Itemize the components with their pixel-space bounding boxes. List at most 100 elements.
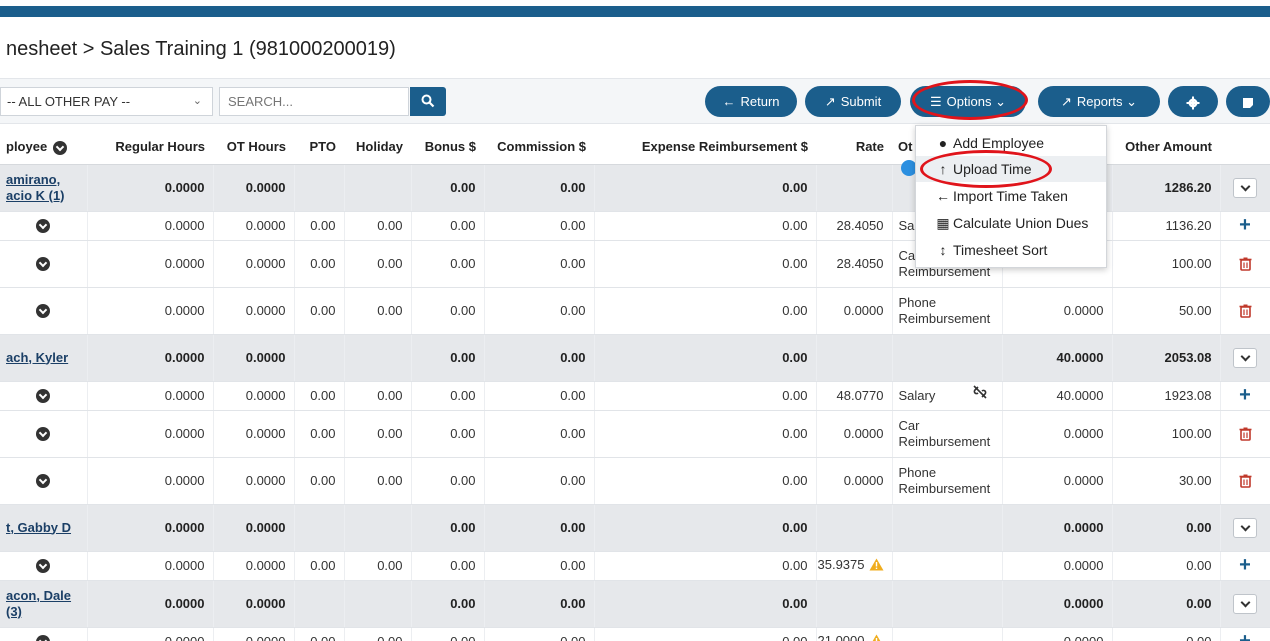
holiday-cell[interactable]: 0.00 [344, 551, 412, 581]
return-button[interactable]: ← Return [705, 86, 797, 117]
trash-icon[interactable] [1239, 426, 1252, 442]
pay-filter-select[interactable]: -- ALL OTHER PAY -- ⌄ [0, 87, 213, 116]
other-amount-cell[interactable]: 30.00 [1112, 457, 1221, 505]
rate-cell[interactable]: 35.9375 [816, 551, 893, 581]
menu-item-upload-time[interactable]: ↑ Upload Time [916, 156, 1106, 182]
holiday-cell[interactable]: 0.00 [344, 410, 412, 458]
holiday-cell[interactable]: 0.00 [344, 287, 412, 335]
expense-cell[interactable]: 0.00 [594, 211, 817, 241]
expand-toggle-button[interactable] [1233, 517, 1257, 538]
menu-item-import-time-taken[interactable]: ← Import Time Taken [916, 183, 1106, 209]
rate-cell[interactable]: 0.0000 [816, 287, 893, 335]
employee-name-link[interactable]: ach, Kyler [0, 334, 88, 382]
pto-cell[interactable]: 0.00 [294, 551, 345, 581]
regular-hours-cell[interactable]: 0.0000 [87, 240, 214, 288]
other-amount-cell[interactable]: 1923.08 [1112, 381, 1221, 411]
expand-toggle-button[interactable] [1233, 593, 1257, 614]
ot-hours-cell[interactable]: 0.0000 [213, 627, 295, 641]
unlink-icon[interactable] [972, 384, 988, 405]
chevron-down-icon[interactable] [36, 559, 51, 574]
other-type-cell[interactable]: Phone Reimbursement [892, 457, 1003, 505]
add-row-icon[interactable]: + [1239, 630, 1251, 641]
other-amount-cell[interactable]: 100.00 [1112, 240, 1221, 288]
rate-cell[interactable]: 28.4050 [816, 240, 893, 288]
commission-cell[interactable]: 0.00 [484, 240, 595, 288]
holiday-cell[interactable]: 0.00 [344, 381, 412, 411]
rate-cell[interactable]: 0.0000 [816, 457, 893, 505]
other-hours-cell[interactable]: 40.0000 [1002, 381, 1113, 411]
pto-cell[interactable]: 0.00 [294, 211, 345, 241]
holiday-cell[interactable]: 0.00 [344, 457, 412, 505]
expense-cell[interactable]: 0.00 [594, 240, 817, 288]
chevron-down-icon[interactable] [36, 257, 51, 272]
bonus-cell[interactable]: 0.00 [411, 457, 485, 505]
chevron-down-icon[interactable] [36, 427, 51, 442]
other-amount-cell[interactable]: 0.00 [1112, 627, 1221, 641]
pto-cell[interactable]: 0.00 [294, 287, 345, 335]
commission-cell[interactable]: 0.00 [484, 381, 595, 411]
expense-cell[interactable]: 0.00 [594, 551, 817, 581]
ot-hours-cell[interactable]: 0.0000 [213, 211, 295, 241]
commission-cell[interactable]: 0.00 [484, 457, 595, 505]
submit-button[interactable]: ↗ Submit [805, 86, 901, 117]
holiday-cell[interactable]: 0.00 [344, 211, 412, 241]
menu-item-add-employee[interactable]: ● Add Employee [916, 130, 1106, 156]
commission-cell[interactable]: 0.00 [484, 211, 595, 241]
pto-cell[interactable]: 0.00 [294, 627, 345, 641]
bonus-cell[interactable]: 0.00 [411, 410, 485, 458]
rate-cell[interactable]: 48.0770 [816, 381, 893, 411]
regular-hours-cell[interactable]: 0.0000 [87, 287, 214, 335]
ot-hours-cell[interactable]: 0.0000 [213, 240, 295, 288]
ot-hours-cell[interactable]: 0.0000 [213, 381, 295, 411]
commission-cell[interactable]: 0.00 [484, 627, 595, 641]
holiday-cell[interactable]: 0.00 [344, 627, 412, 641]
menu-item-timesheet-sort[interactable]: ↕ Timesheet Sort [916, 237, 1106, 263]
trash-icon[interactable] [1239, 473, 1252, 489]
pto-cell[interactable]: 0.00 [294, 381, 345, 411]
expand-toggle-button[interactable] [1233, 347, 1257, 368]
expand-toggle-button[interactable] [1233, 177, 1257, 198]
chevron-down-icon[interactable] [53, 140, 68, 155]
bonus-cell[interactable]: 0.00 [411, 287, 485, 335]
other-amount-cell[interactable]: 0.00 [1112, 551, 1221, 581]
regular-hours-cell[interactable]: 0.0000 [87, 627, 214, 641]
employee-name-link[interactable]: acon, Dale (3) [0, 580, 88, 628]
add-row-icon[interactable]: + [1239, 214, 1251, 236]
bonus-cell[interactable]: 0.00 [411, 381, 485, 411]
col-employee[interactable]: ployee [0, 130, 87, 165]
chevron-down-icon[interactable] [36, 304, 51, 319]
add-row-icon[interactable]: + [1239, 384, 1251, 406]
bonus-cell[interactable]: 0.00 [411, 211, 485, 241]
other-type-cell[interactable] [892, 551, 1003, 581]
expense-cell[interactable]: 0.00 [594, 457, 817, 505]
chevron-down-icon[interactable] [36, 389, 51, 404]
other-amount-cell[interactable]: 100.00 [1112, 410, 1221, 458]
search-input[interactable] [219, 87, 409, 116]
commission-cell[interactable]: 0.00 [484, 551, 595, 581]
trash-icon[interactable] [1239, 256, 1252, 272]
expense-cell[interactable]: 0.00 [594, 410, 817, 458]
pto-cell[interactable]: 0.00 [294, 457, 345, 505]
options-button[interactable]: ☰ Options ⌄ [910, 86, 1026, 117]
settings-button[interactable] [1168, 86, 1218, 117]
commission-cell[interactable]: 0.00 [484, 287, 595, 335]
pto-cell[interactable]: 0.00 [294, 240, 345, 288]
regular-hours-cell[interactable]: 0.0000 [87, 551, 214, 581]
chevron-down-icon[interactable] [36, 474, 51, 489]
other-amount-cell[interactable]: 50.00 [1112, 287, 1221, 335]
menu-item-calculate-union-dues[interactable]: ▦ Calculate Union Dues [916, 210, 1106, 236]
chevron-down-icon[interactable] [36, 635, 51, 641]
other-hours-cell[interactable]: 0.0000 [1002, 287, 1113, 335]
other-hours-cell[interactable]: 0.0000 [1002, 627, 1113, 641]
regular-hours-cell[interactable]: 0.0000 [87, 211, 214, 241]
expense-cell[interactable]: 0.00 [594, 627, 817, 641]
search-button[interactable] [410, 87, 446, 116]
other-amount-cell[interactable]: 1136.20 [1112, 211, 1221, 241]
employee-name-link[interactable]: t, Gabby D [0, 504, 88, 552]
bonus-cell[interactable]: 0.00 [411, 551, 485, 581]
regular-hours-cell[interactable]: 0.0000 [87, 410, 214, 458]
ot-hours-cell[interactable]: 0.0000 [213, 410, 295, 458]
commission-cell[interactable]: 0.00 [484, 410, 595, 458]
trash-icon[interactable] [1239, 303, 1252, 319]
other-hours-cell[interactable]: 0.0000 [1002, 410, 1113, 458]
